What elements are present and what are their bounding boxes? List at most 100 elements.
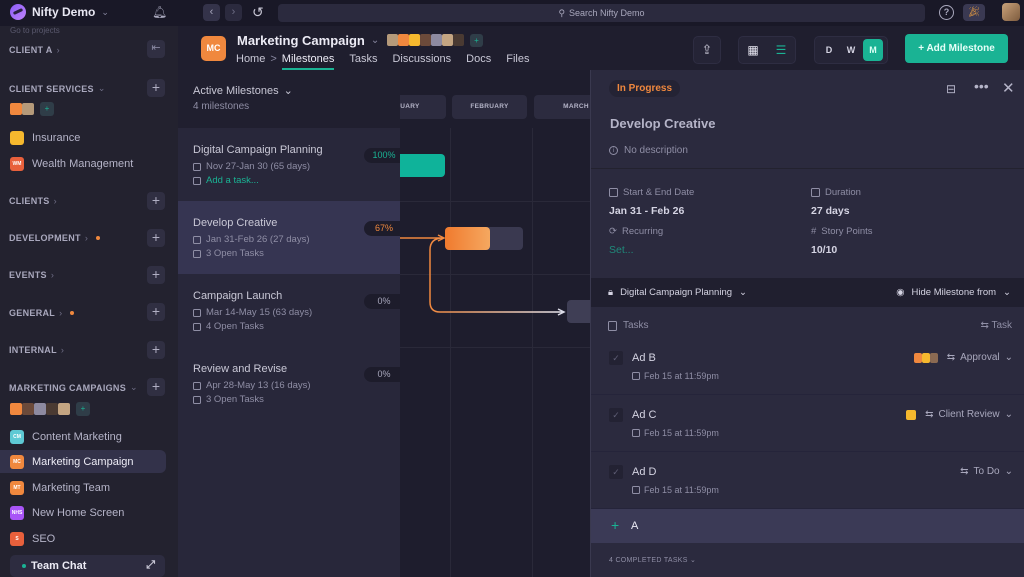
sidebar-section-events[interactable]: EVENTS › [9,270,54,280]
recurring-set-link[interactable]: Set... [609,244,634,256]
add-member-icon[interactable]: + [40,102,54,116]
sidebar-item-wealth-management[interactable]: WM Wealth Management [0,152,166,175]
task-toggle-label: Task [991,320,1012,331]
sidebar-section-client-a[interactable]: CLIENT A › [9,45,60,55]
task-checkbox[interactable]: ✓ [609,408,623,422]
task-status-label: To Do [973,466,1000,477]
task-status-dropdown[interactable]: ⇆ Client Review ⌄ [906,409,1013,420]
forward-button[interactable]: › [225,4,242,21]
new-task-input[interactable] [631,518,1011,534]
sidebar-item-marketing-team[interactable]: MT Marketing Team [0,476,166,499]
project-title[interactable]: Marketing Campaign ⌄ [237,33,379,48]
tab-discussions[interactable]: Discussions [392,53,451,70]
task-toggle-button[interactable]: ⇆ Task [980,320,1012,331]
task-status-dropdown[interactable]: ⇆ To Do ⌄ [960,466,1013,477]
sidebar-item-insurance[interactable]: Insurance [0,126,166,149]
task-status-dropdown[interactable]: ⇆ Approval ⌄ [913,352,1013,363]
team-chat-button[interactable]: Team Chat ⤢ [10,555,165,577]
task-name[interactable]: Ad B [632,352,656,364]
task-checkbox[interactable]: ✓ [609,465,623,479]
add-task-link[interactable]: Add a task... [193,175,259,186]
project-icon: CM [10,429,24,444]
task-row[interactable]: ✓ Ad D Feb 15 at 11:59pm ⇆ To Do ⌄ [591,452,1024,509]
add-project-button[interactable]: + [147,378,165,396]
sidebar-section-clients[interactable]: CLIENTS › [9,196,57,206]
add-project-button[interactable]: + [147,229,165,247]
add-project-button[interactable]: + [147,192,165,210]
add-project-button[interactable]: + [147,303,165,321]
member-avatar [58,403,70,415]
task-name[interactable]: Ad C [632,409,656,421]
task-row[interactable]: ✓ Ad B Feb 15 at 11:59pm ⇆ Approval ⌄ [591,338,1024,395]
completed-tasks-toggle[interactable]: 4 COMPLETED TASKS ⌄ [609,556,696,564]
add-project-button[interactable]: + [147,79,165,97]
milestones-list-header: Active Milestones ⌄ 4 milestones [178,70,400,128]
task-checkbox[interactable]: ✓ [609,351,623,365]
tab-milestones[interactable]: Milestones [281,53,335,70]
collapse-sidebar-icon[interactable]: ⇤ [147,40,165,58]
sidebar-item-marketing-campaign[interactable]: MC Marketing Campaign [0,450,166,473]
hide-milestone-dropdown[interactable]: ◉ Hide Milestone from ⌄ [896,287,1011,298]
sidebar-section-client-services[interactable]: CLIENT SERVICES ⌄ [9,83,106,94]
task-assignees[interactable] [906,409,917,420]
search-input[interactable]: ⚲ Search Nifty Demo [278,4,925,22]
breadcrumb-home[interactable]: Home [236,53,265,70]
add-project-button[interactable]: + [147,341,165,359]
chevron-right-icon: › [84,233,89,243]
add-milestone-button[interactable]: + Add Milestone [905,34,1008,63]
sidebar-item-content-marketing[interactable]: CM Content Marketing [0,425,166,448]
task-assignees[interactable] [913,352,938,363]
milestone-row[interactable]: Campaign Launch Mar 14-May 15 (63 days) … [178,274,404,347]
milestone-row[interactable]: Develop Creative Jan 31-Feb 26 (27 days)… [178,201,404,274]
sidebar-section-internal[interactable]: INTERNAL › [9,345,64,355]
milestone-row[interactable]: Review and Revise Apr 28-May 13 (16 days… [178,347,404,420]
status-badge[interactable]: In Progress [609,80,681,97]
timescale-day-button[interactable]: D [819,39,839,61]
tab-docs[interactable]: Docs [466,53,491,70]
swap-icon: ⇆ [925,409,934,420]
project-title-text: Marketing Campaign [237,33,365,48]
sidebar-search-hint[interactable]: Go to projects [10,26,60,35]
add-project-button[interactable]: + [147,266,165,284]
start-end-date-value[interactable]: Jan 31 - Feb 26 [609,205,684,217]
sidebar-section-marketing-campaigns[interactable]: MARKETING CAMPAIGNS ⌄ [9,382,138,393]
online-dot [22,564,26,568]
share-export-button[interactable]: ⇪ [693,36,721,64]
list-view-icon[interactable]: ☰ [767,37,795,63]
tab-files[interactable]: Files [506,53,529,70]
sidebar-item-seo[interactable]: S SEO [0,527,166,550]
story-points-value[interactable]: 10/10 [811,244,837,256]
grid-view-icon[interactable]: ▦ [739,37,767,63]
archive-icon[interactable]: ⊟ [946,82,956,96]
sidebar-section-general[interactable]: GENERAL › [9,308,75,318]
client-services-members[interactable]: + [10,102,54,116]
workspace-switcher[interactable]: Nifty Demo ⌄ [10,4,109,20]
whats-new-icon[interactable]: 🎉︎ [963,4,985,21]
back-button[interactable]: ‹ [203,4,220,21]
milestone-title[interactable]: Develop Creative [610,116,716,131]
tab-tasks[interactable]: Tasks [349,53,377,70]
marketing-campaigns-members[interactable]: + [10,402,90,416]
notifications-bell-icon[interactable]: 🔔︎ [152,5,167,19]
milestones-filter-dropdown[interactable]: Active Milestones ⌄ [193,84,293,98]
task-name[interactable]: Ad D [632,466,656,478]
add-member-icon[interactable]: + [76,402,90,416]
timescale-week-button[interactable]: W [841,39,861,61]
close-icon[interactable]: ✕ [1002,79,1015,97]
add-member-icon[interactable]: + [470,34,483,47]
milestone-row[interactable]: Digital Campaign Planning Nov 27-Jan 30 … [178,128,404,201]
chevron-down-icon: ⌄ [1004,352,1013,363]
milestone-dates: Nov 27-Jan 30 (65 days) [193,161,310,172]
help-icon[interactable]: ? [939,5,954,20]
history-icon[interactable]: ↺ [252,4,264,21]
more-options-icon[interactable]: ••• [974,78,989,94]
parent-milestone-dropdown[interactable]: 🔒︎ Digital Campaign Planning ⌄ [608,287,747,298]
user-avatar[interactable] [1002,3,1020,21]
milestone-description[interactable]: i No description [609,145,688,156]
sidebar-section-development[interactable]: DEVELOPMENT › [9,233,101,243]
timescale-month-button[interactable]: M [863,39,883,61]
expand-icon[interactable]: ⤢ [146,559,155,572]
task-row[interactable]: ✓ Ad C Feb 15 at 11:59pm ⇆ Client Review… [591,395,1024,452]
project-members[interactable]: + [387,34,483,47]
sidebar-item-new-home-screen[interactable]: NHS New Home Screen [0,501,166,524]
